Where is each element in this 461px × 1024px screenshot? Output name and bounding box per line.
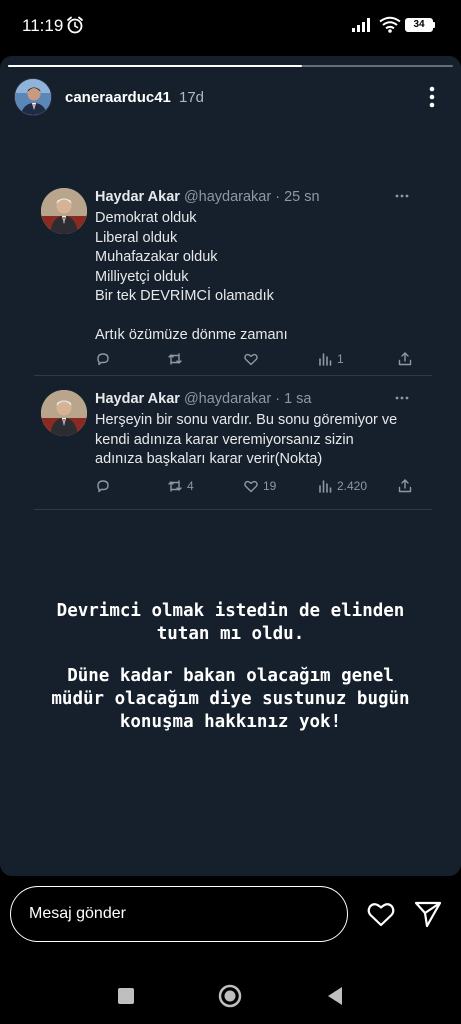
back-button[interactable]	[326, 986, 344, 1006]
story-username[interactable]: caneraarduc41	[65, 89, 171, 106]
caption-line: konuşma hakkınız yok!	[119, 712, 342, 732]
tweet-avatar	[41, 390, 87, 436]
tweet-line: kendi adınıza karar veremiyorsanız sizin	[95, 431, 354, 448]
like-count: 19	[263, 479, 277, 493]
wifi-icon	[379, 16, 401, 33]
tweet-line: Demokrat olduk	[95, 210, 197, 226]
tweet-handle-time: @haydarakar · 25 sn	[183, 189, 320, 205]
message-input[interactable]: Mesaj gönder	[10, 886, 348, 942]
caption-line: Devrimci olmak istedin de elinden	[56, 601, 405, 621]
like-action: 19	[243, 476, 276, 496]
status-bar: 11:19 34	[0, 0, 461, 52]
view-count: 1	[337, 352, 344, 366]
battery-tip	[433, 22, 435, 28]
like-action	[243, 349, 263, 369]
reply-action	[95, 476, 115, 496]
like-heart-icon	[244, 353, 258, 366]
story-caption-2: Düne kadar bakan olacağım genel müdür ol…	[20, 665, 441, 734]
story-progress-fill	[8, 65, 302, 67]
share-icon	[398, 352, 412, 366]
story-progress-track	[8, 65, 453, 67]
tweet-text: Demokrat olduk Liberal olduk Muhafazakar…	[95, 209, 425, 346]
tweet-line: Bir tek DEVRİMCİ olamadık	[95, 288, 274, 304]
story-viewer[interactable]: caneraarduc41 17d Haydar Akar @haydaraka…	[0, 56, 461, 876]
message-placeholder: Mesaj gönder	[29, 905, 126, 922]
battery-indicator: 34	[405, 18, 433, 32]
tweet-header: Haydar Akar @haydarakar · 25 sn	[95, 189, 320, 205]
views-chart-icon	[319, 353, 332, 366]
tweet-more-icon	[395, 396, 409, 400]
tweet-line: Milliyetçi olduk	[95, 268, 189, 285]
views-action: 1	[317, 349, 344, 369]
recents-button[interactable]	[118, 988, 134, 1004]
retweet-action: 4	[167, 476, 194, 496]
tweet-line: adınıza başkaları karar verir(Nokta)	[95, 451, 323, 467]
retweet-icon	[168, 353, 182, 365]
tweet-header: Haydar Akar @haydarakar · 1 sa	[95, 391, 312, 407]
story-reply-bar: Mesaj gönder	[0, 876, 461, 956]
home-button[interactable]	[218, 984, 242, 1008]
retweet-action	[167, 349, 187, 369]
status-time: 11:19	[22, 16, 64, 35]
alarm-clock-icon	[67, 16, 83, 34]
system-nav-bar	[0, 956, 461, 1024]
tweet-text: Herşeyin bir sonu vardır. Bu sonu göremi…	[95, 411, 425, 470]
story-header: caneraarduc41 17d	[14, 78, 454, 118]
story-caption-1: Devrimci olmak istedin de elinden tutan …	[20, 600, 441, 646]
send-icon[interactable]	[414, 900, 442, 928]
story-avatar[interactable]	[14, 78, 52, 116]
caption-line: tutan mı oldu.	[156, 624, 305, 644]
reply-icon	[97, 353, 109, 366]
tweet-line: Herşeyin bir sonu vardır. Bu sonu göremi…	[95, 412, 398, 428]
tweet-avatar	[41, 188, 87, 234]
more-vertical-icon[interactable]	[424, 84, 440, 110]
story-time-ago: 17d	[179, 89, 205, 106]
tweet-card: Haydar Akar @haydarakar · 25 sn Demokrat…	[34, 178, 432, 376]
tweet-handle-time: @haydarakar · 1 sa	[183, 391, 312, 407]
like-heart-icon	[244, 480, 258, 493]
tweet-author-name: Haydar Akar	[95, 189, 180, 205]
tweet-card: Haydar Akar @haydarakar · 1 sa Herşeyin …	[34, 380, 432, 510]
share-action	[397, 349, 417, 369]
caption-line: Düne kadar bakan olacağım genel	[67, 666, 394, 686]
tweet-actions: 1	[95, 349, 415, 369]
cell-signal-icon	[352, 18, 370, 32]
reply-icon	[97, 480, 109, 493]
tweet-more-icon	[395, 194, 409, 198]
share-action	[397, 476, 417, 496]
tweet-line: Liberal olduk	[95, 229, 178, 246]
retweet-count: 4	[187, 479, 194, 493]
views-chart-icon	[319, 480, 332, 493]
tweet-line-gap	[95, 307, 425, 327]
views-action: 2.420	[317, 476, 367, 496]
tweet-line: Muhafazakar olduk	[95, 249, 218, 265]
heart-icon[interactable]	[366, 900, 396, 928]
retweet-icon	[168, 480, 182, 492]
reply-action	[95, 349, 115, 369]
caption-line: müdür olacağım diye sustunuz bugün	[51, 689, 410, 709]
share-icon	[398, 479, 412, 493]
tweet-actions: 4 19 2.420	[95, 476, 415, 496]
tweet-author-name: Haydar Akar	[95, 391, 180, 407]
view-count: 2.420	[337, 479, 368, 493]
tweet-line: Artık özümüze dönme zamanı	[95, 327, 288, 343]
